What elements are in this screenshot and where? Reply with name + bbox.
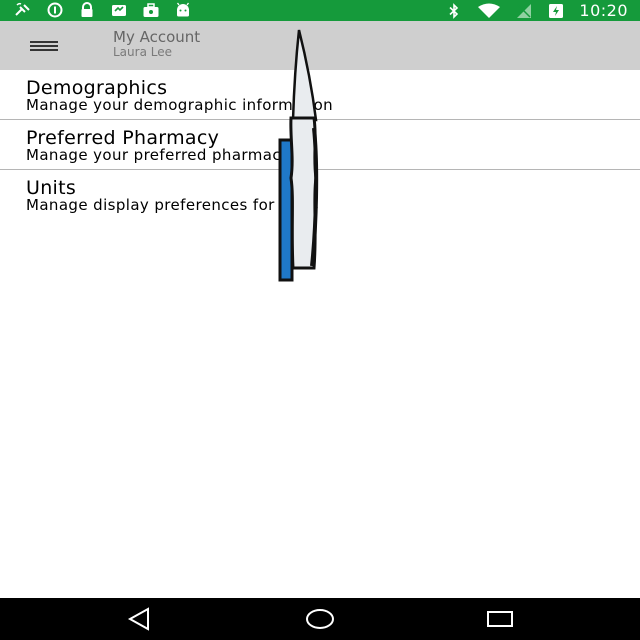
satellite-icon — [15, 2, 30, 16]
battery-charging-icon — [549, 3, 564, 18]
home-circle-icon — [306, 609, 334, 629]
status-clock: 10:20 — [579, 1, 628, 20]
briefcase-icon — [143, 3, 159, 17]
android-icon — [176, 2, 190, 17]
lock-icon — [81, 2, 93, 17]
status-system-icons: 10:20 — [445, 1, 628, 20]
system-navigation-bar — [0, 598, 640, 640]
cloud-message-icon — [112, 5, 126, 16]
recents-button[interactable] — [486, 606, 514, 632]
list-item-subtitle: Manage your preferred pharmacy — [26, 146, 291, 164]
account-name: Laura Lee — [113, 45, 172, 59]
status-notification-icons — [14, 2, 192, 18]
menu-button[interactable] — [22, 33, 66, 59]
floating-phone-illustration — [278, 29, 319, 282]
hamburger-menu-icon — [30, 41, 58, 51]
back-triangle-icon — [127, 607, 149, 631]
bluetooth-icon — [449, 2, 459, 19]
no-signal-icon — [517, 3, 532, 18]
list-item-subtitle: Manage display preferences for units — [26, 196, 319, 214]
wifi-icon — [478, 3, 501, 18]
home-button[interactable] — [305, 606, 334, 632]
back-button[interactable] — [126, 606, 154, 632]
circle-info-icon — [47, 2, 63, 18]
recents-square-icon — [487, 611, 513, 627]
page-title: My Account — [113, 28, 201, 46]
status-bar: 10:20 — [0, 0, 640, 21]
